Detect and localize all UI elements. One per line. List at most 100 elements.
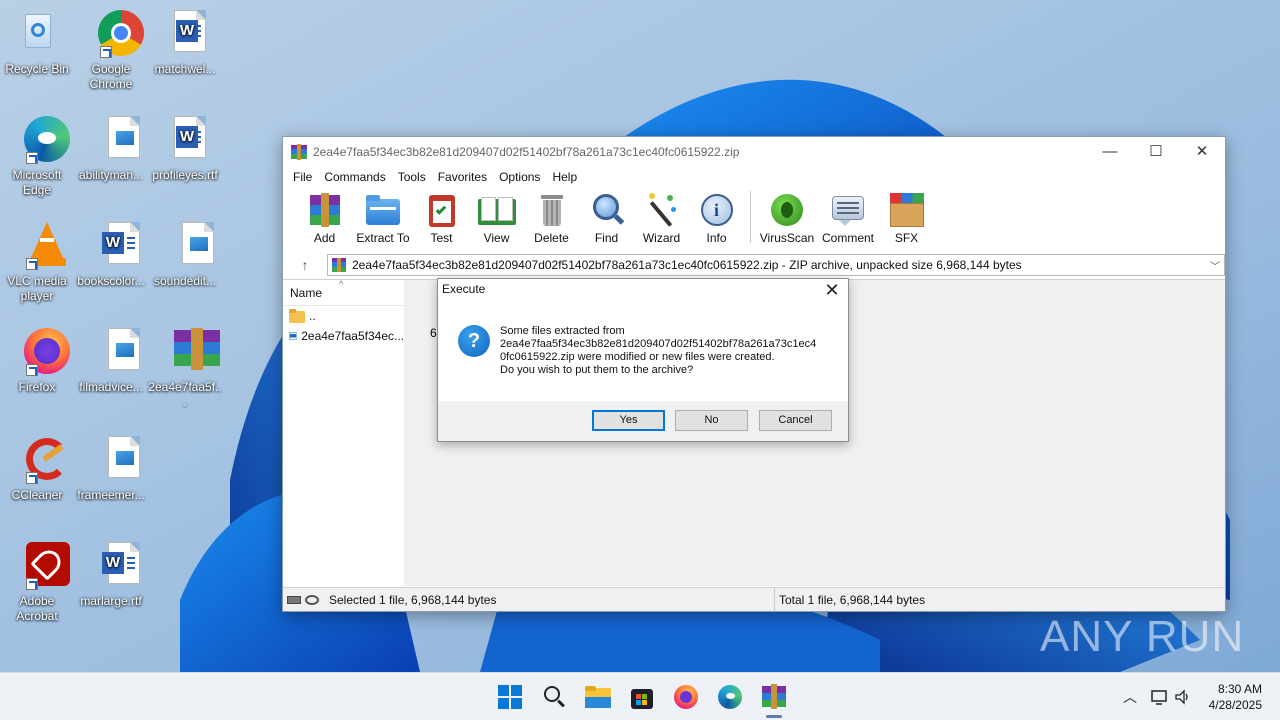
desktop-icon-label: marlarge.rtf: [80, 594, 142, 608]
info-icon: i: [698, 191, 736, 229]
extract-folder-icon: [364, 191, 402, 229]
desktop-icon-filmadvice[interactable]: filmadvice...: [74, 326, 148, 395]
image-file-icon: [86, 114, 140, 164]
close-button[interactable]: ✕: [1179, 137, 1225, 167]
toolbar-find-button[interactable]: Find: [579, 187, 634, 251]
no-button[interactable]: No: [675, 410, 748, 431]
list-item-archive-file[interactable]: 2ea4e7faa5f34ec...: [283, 326, 404, 346]
edge-icon: [12, 114, 70, 164]
toolbar: Add Extract To Test View Delete Find Wiz…: [283, 187, 1225, 251]
desktop-icon-ccleaner[interactable]: CCleaner: [0, 434, 74, 503]
word-document-icon: W: [86, 220, 140, 270]
recycle-bin-icon: [12, 8, 62, 58]
desktop-icon-label: bookscolor...: [77, 274, 145, 288]
desktop-icon-label: Recycle Bin: [5, 62, 69, 76]
status-bar: Selected 1 file, 6,968,144 bytes Total 1…: [283, 587, 1225, 611]
search-icon[interactable]: [540, 683, 568, 711]
desktop-icon-label: matchwel...: [154, 62, 216, 76]
folder-icon: [289, 309, 305, 323]
file-list-name-column: ^ Name .. 2ea4e7faa5f34ec...: [283, 279, 404, 586]
desktop-icon-label: 2ea4e7faa5f...: [148, 380, 222, 409]
menu-help[interactable]: Help: [546, 170, 583, 184]
window-titlebar[interactable]: 2ea4e7faa5f34ec3b82e81d209407d02f51402bf…: [283, 137, 1225, 167]
desktop-icon-label: VLC media player: [7, 274, 67, 303]
volume-icon[interactable]: [1174, 689, 1192, 705]
desktop-icon-frameemer[interactable]: frameemer...: [74, 434, 148, 503]
vlc-cone-icon: [12, 220, 66, 270]
status-selected: Selected 1 file, 6,968,144 bytes: [329, 592, 497, 607]
image-file-icon: [86, 326, 140, 376]
edge-icon[interactable]: [716, 683, 744, 711]
taskbar-clock[interactable]: 8:30 AM 4/28/2025: [1209, 681, 1262, 713]
desktop-icon-label: soundedit...: [153, 274, 217, 288]
toolbar-wizard-button[interactable]: Wizard: [634, 187, 689, 251]
firefox-icon[interactable]: [672, 683, 700, 711]
desktop-icon-bookscolor[interactable]: W bookscolor...: [74, 220, 148, 289]
desktop-icon-matchwel[interactable]: W matchwel...: [148, 8, 222, 77]
anyrun-watermark: ANY RUN: [1040, 612, 1245, 661]
winrar-archive-icon: [160, 326, 220, 376]
question-icon: ?: [458, 325, 490, 357]
magnifier-icon: [588, 191, 626, 229]
winrar-icon[interactable]: [760, 683, 788, 718]
menu-options[interactable]: Options: [493, 170, 546, 184]
toolbar-view-button[interactable]: View: [469, 187, 524, 251]
chevron-up-icon[interactable]: ︿: [1122, 687, 1138, 707]
desktop-icon-abilityman[interactable]: abilityman...: [74, 114, 148, 183]
desktop-icon-microsoft-edge[interactable]: Microsoft Edge: [0, 114, 74, 198]
toolbar-virusscan-button[interactable]: VirusScan: [757, 187, 817, 251]
dialog-title: Execute: [442, 282, 486, 296]
desktop-icon-label: abilityman...: [78, 168, 144, 182]
toolbar-delete-button[interactable]: Delete: [524, 187, 579, 251]
store-icon[interactable]: [628, 683, 656, 711]
menu-commands[interactable]: Commands: [318, 170, 391, 184]
desktop-icon-label: Adobe Acrobat: [16, 594, 58, 623]
toolbar-comment-button[interactable]: Comment: [817, 187, 879, 251]
yes-button[interactable]: Yes: [592, 410, 665, 431]
minimize-button[interactable]: —: [1087, 137, 1133, 167]
chrome-icon: [86, 8, 144, 58]
network-icon[interactable]: [1150, 689, 1170, 705]
desktop-icon-profileyes[interactable]: W profileyes.rtf: [148, 114, 222, 183]
chevron-down-icon[interactable]: ﹀: [1210, 258, 1220, 273]
taskbar: ︿ 8:30 AM 4/28/2025: [0, 672, 1280, 720]
list-item-parent[interactable]: ..: [283, 306, 404, 326]
word-document-icon: W: [86, 540, 140, 590]
toolbar-add-button[interactable]: Add: [297, 187, 352, 251]
maximize-button[interactable]: ☐: [1133, 137, 1179, 167]
desktop-icon-label: Firefox: [18, 380, 56, 394]
sort-ascending-icon: ^: [339, 279, 344, 289]
archive-path-field[interactable]: 2ea4e7faa5f34ec3b82e81d209407d02f51402bf…: [327, 254, 1225, 276]
desktop-icon-zip-archive[interactable]: 2ea4e7faa5f...: [148, 326, 222, 410]
up-arrow-icon[interactable]: ↑: [283, 257, 327, 273]
winrar-app-icon: [291, 144, 307, 160]
dialog-message: Some files extracted from 2ea4e7faa5f34e…: [500, 325, 817, 376]
menu-file[interactable]: File: [287, 170, 318, 184]
toolbar-sfx-button[interactable]: SFX: [879, 187, 934, 251]
desktop-icon-recycle-bin[interactable]: Recycle Bin: [0, 8, 74, 77]
desktop-icon-adobe-acrobat[interactable]: Adobe Acrobat: [0, 540, 74, 624]
toolbar-test-button[interactable]: Test: [414, 187, 469, 251]
toolbar-info-button[interactable]: i Info: [689, 187, 744, 251]
firefox-icon: [12, 326, 70, 376]
desktop-icon-firefox[interactable]: Firefox: [0, 326, 74, 395]
clock-time: 8:30 AM: [1217, 682, 1262, 696]
desktop-icon-google-chrome[interactable]: Google Chrome: [74, 8, 148, 92]
menu-bar: File Commands Tools Favorites Options He…: [283, 167, 1225, 187]
menu-tools[interactable]: Tools: [392, 170, 432, 184]
menu-favorites[interactable]: Favorites: [432, 170, 493, 184]
view-book-icon: [477, 191, 516, 229]
word-document-icon: W: [160, 114, 210, 164]
toolbar-extract-to-button[interactable]: Extract To: [352, 187, 414, 251]
dialog-body: ? Some files extracted from 2ea4e7faa5f3…: [438, 301, 848, 401]
add-archive-icon: [306, 191, 344, 229]
desktop-icon-soundedit[interactable]: soundedit...: [148, 220, 222, 289]
desktop-icon-vlc[interactable]: VLC media player: [0, 220, 74, 304]
start-icon[interactable]: [496, 683, 524, 711]
clock-date: 4/28/2025: [1208, 698, 1262, 712]
cancel-button[interactable]: Cancel: [759, 410, 832, 431]
file-explorer-icon[interactable]: [584, 683, 612, 711]
column-header-name[interactable]: ^ Name: [283, 279, 404, 306]
desktop-icon-marlarge[interactable]: W marlarge.rtf: [74, 540, 148, 609]
dialog-close-icon[interactable]: ✕: [822, 280, 842, 301]
